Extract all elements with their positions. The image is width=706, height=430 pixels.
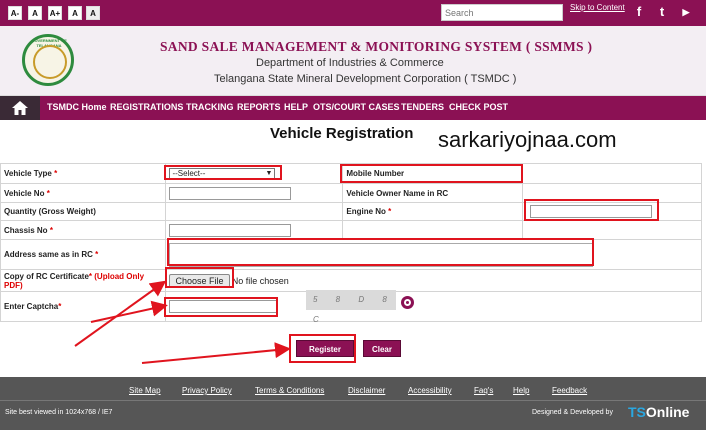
designed-by-text: Designed & Developed by [532, 409, 613, 416]
footer-link-help[interactable]: Help [513, 386, 529, 395]
footer-link-feedback[interactable]: Feedback [552, 386, 587, 395]
tsonline-logo: TSOnline [628, 404, 690, 420]
footer-link-disclaimer[interactable]: Disclaimer [348, 386, 385, 395]
annotation-arrows [74, 280, 291, 364]
footer-divider [0, 400, 706, 401]
footer-link-terms[interactable]: Terms & Conditions [255, 386, 324, 395]
footer: Site Map Privacy Policy Terms & Conditio… [0, 377, 706, 430]
browser-note: Site best viewed in 1024x768 / IE7 [5, 409, 113, 416]
footer-link-privacy[interactable]: Privacy Policy [182, 386, 232, 395]
footer-link-accessibility[interactable]: Accessibility [408, 386, 452, 395]
arrow-to-choose-file [74, 280, 167, 347]
footer-link-faqs[interactable]: Faq's [474, 386, 493, 395]
footer-link-site-map[interactable]: Site Map [129, 386, 161, 395]
arrow-to-register [141, 342, 291, 364]
